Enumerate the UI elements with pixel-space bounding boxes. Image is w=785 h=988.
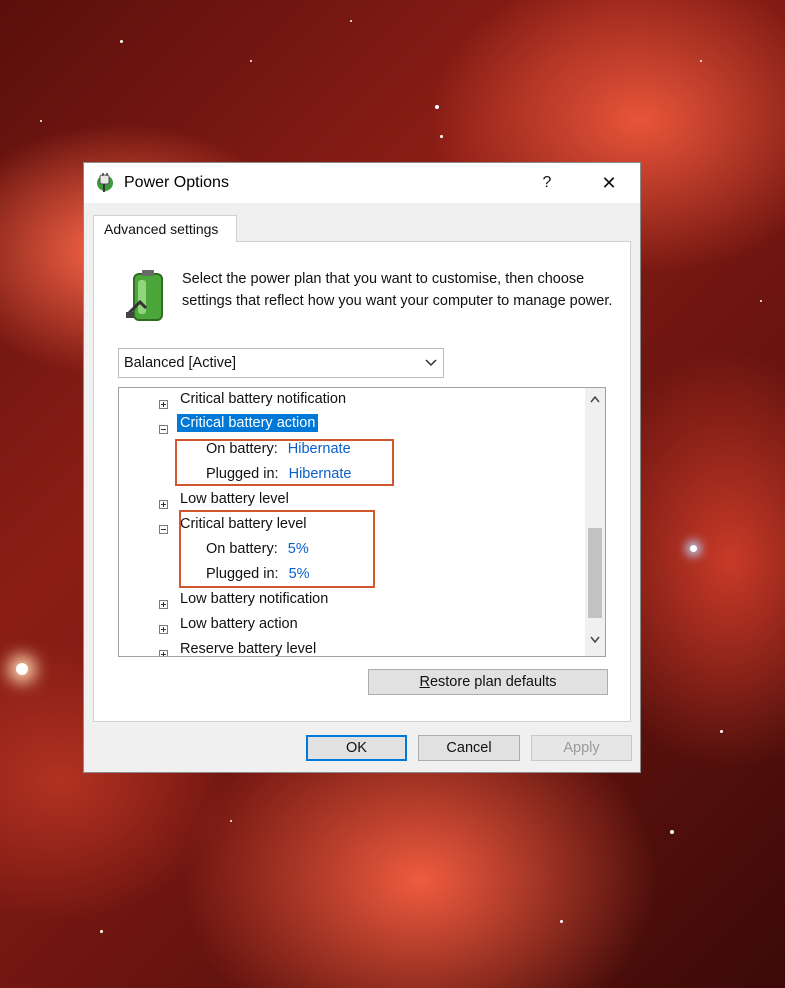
battery-icon bbox=[126, 270, 163, 321]
ok-button[interactable]: OK bbox=[306, 735, 407, 761]
close-button[interactable]: ✕ bbox=[586, 167, 632, 199]
expand-plus-icon[interactable] bbox=[159, 625, 168, 634]
annotation-highlight-box bbox=[179, 510, 375, 588]
power-options-dialog: Power Options ? ✕ Advanced settings Sele… bbox=[83, 162, 641, 773]
annotation-highlight-box bbox=[175, 439, 394, 486]
tree-scrollbar[interactable] bbox=[585, 388, 605, 656]
tree-item-low-battery-notification[interactable]: Low battery notification bbox=[180, 591, 328, 613]
restore-plan-defaults-button[interactable]: Restore plan defaults bbox=[368, 669, 608, 695]
scrollbar-thumb[interactable] bbox=[588, 528, 602, 618]
advanced-settings-panel: Select the power plan that you want to c… bbox=[93, 241, 631, 722]
collapse-minus-icon[interactable] bbox=[159, 425, 168, 434]
chevron-down-icon[interactable] bbox=[590, 636, 600, 643]
chevron-up-icon[interactable] bbox=[590, 396, 600, 403]
help-button[interactable]: ? bbox=[524, 167, 570, 199]
title-bar[interactable]: Power Options ? ✕ bbox=[84, 163, 640, 203]
tree-item-critical-action-label: Critical battery action bbox=[177, 414, 319, 432]
tree-item-low-battery-action[interactable]: Low battery action bbox=[180, 616, 298, 638]
settings-tree[interactable]: Critical battery notification Critical b… bbox=[118, 387, 606, 657]
power-plan-dropdown[interactable]: Balanced [Active] bbox=[118, 348, 444, 378]
description-text: Select the power plan that you want to c… bbox=[182, 271, 613, 309]
chevron-down-icon bbox=[425, 359, 437, 367]
cancel-button[interactable]: Cancel bbox=[418, 735, 520, 761]
expand-plus-icon[interactable] bbox=[159, 400, 168, 409]
expand-plus-icon[interactable] bbox=[159, 500, 168, 509]
tree-item-critical-action[interactable]: Critical battery action bbox=[177, 414, 319, 437]
restore-label: estore plan defaults bbox=[429, 674, 557, 690]
collapse-minus-icon[interactable] bbox=[159, 525, 168, 534]
apply-button[interactable]: Apply bbox=[531, 735, 632, 761]
expand-plus-icon[interactable] bbox=[159, 600, 168, 609]
restore-access-key: R bbox=[419, 674, 430, 690]
power-plan-value: Balanced [Active] bbox=[124, 355, 237, 371]
expand-plus-icon[interactable] bbox=[159, 650, 168, 656]
tab-advanced-settings[interactable]: Advanced settings bbox=[93, 215, 237, 242]
tree-item-critical-notification[interactable]: Critical battery notification bbox=[180, 391, 346, 413]
tree-item-reserve-battery-level[interactable]: Reserve battery level bbox=[180, 641, 316, 656]
window-title: Power Options bbox=[124, 174, 229, 191]
power-plug-icon bbox=[97, 173, 113, 192]
